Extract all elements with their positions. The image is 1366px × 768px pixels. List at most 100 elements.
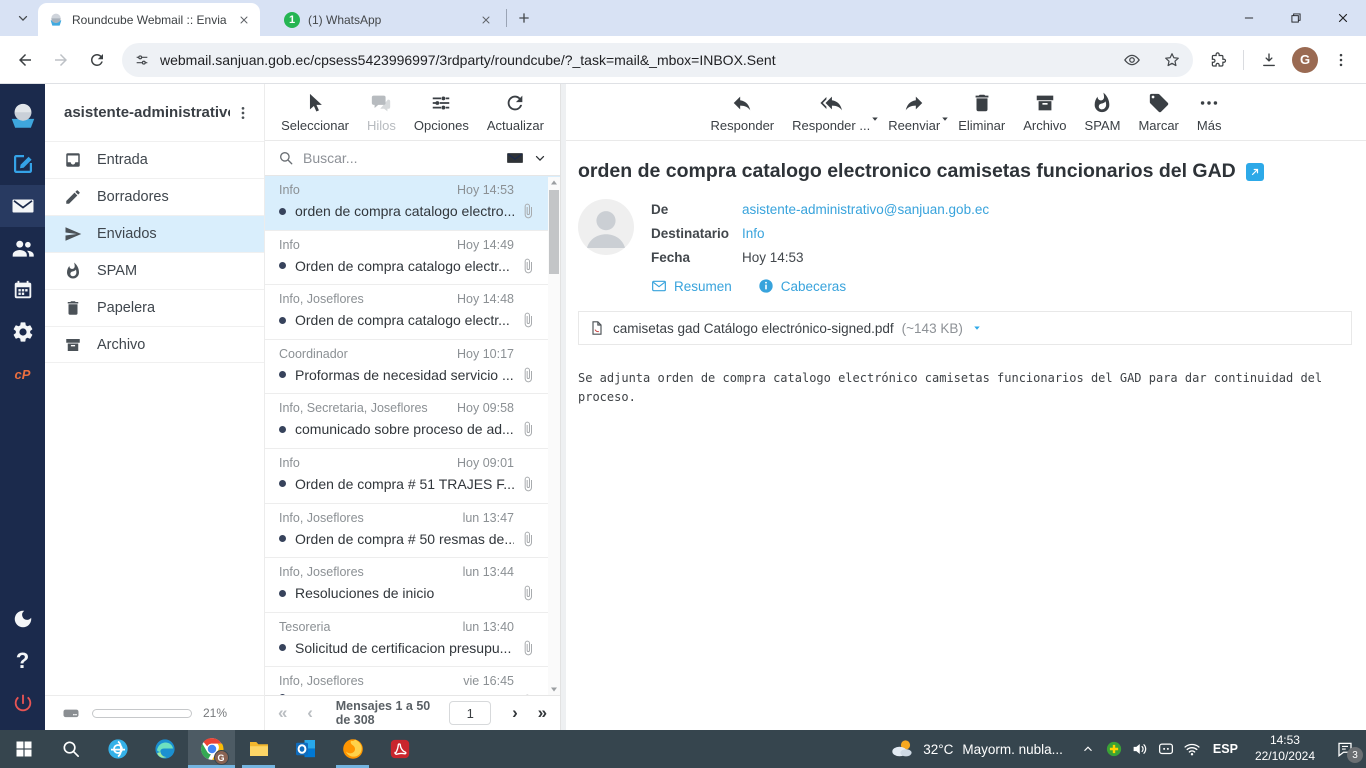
last-page-button[interactable]: » (535, 703, 550, 723)
options-button[interactable]: Opciones (407, 92, 476, 133)
folder-item-enviados[interactable]: Enviados (45, 215, 264, 252)
message-row[interactable]: Info, Joseflores lun 13:47 Orden de compra… (265, 504, 560, 559)
message-row[interactable]: Info Hoy 14:53 orden de compra catalogo el… (265, 176, 560, 231)
reply-button[interactable]: Responder (704, 92, 782, 133)
tab-close-icon[interactable] (235, 11, 252, 28)
first-page-button[interactable]: « (275, 703, 290, 723)
taskbar-search-button[interactable] (47, 730, 94, 768)
message-row[interactable]: Tesoreria lun 13:40 Solicitud de certifica… (265, 613, 560, 668)
taskbar-ie-button[interactable] (94, 730, 141, 768)
message-row[interactable]: Info Hoy 14:49 Orden de compra catalogo el… (265, 231, 560, 286)
list-scrollbar[interactable] (548, 177, 560, 695)
message-row[interactable]: Info, Joseflores Hoy 14:48 Orden de compra… (265, 285, 560, 340)
clock-widget[interactable]: 14:53 22/10/2024 (1246, 733, 1324, 764)
tab-search-button[interactable] (10, 5, 36, 31)
message-row[interactable]: Info, Joseflores lun 13:44 Resoluciones de… (265, 558, 560, 613)
tab-whatsapp[interactable]: 1 (1) WhatsApp (274, 3, 502, 36)
folder-item-spam[interactable]: SPAM (45, 252, 264, 289)
folder-item-archivo[interactable]: Archivo (45, 326, 264, 363)
message-row[interactable]: Coordinador Hoy 10:17 Proformas de necesid… (265, 340, 560, 395)
forward-button[interactable] (44, 43, 78, 77)
cpanel-button[interactable]: cP (0, 353, 45, 395)
minimize-button[interactable] (1225, 0, 1272, 36)
extensions-button[interactable] (1201, 43, 1235, 77)
start-button[interactable] (0, 730, 47, 768)
spam-button[interactable]: SPAM (1078, 92, 1128, 133)
search-bar[interactable]: Buscar... (265, 141, 560, 176)
page-number-input[interactable] (449, 701, 492, 725)
summary-link[interactable]: Resumen (651, 278, 732, 294)
next-page-button[interactable]: › (507, 703, 522, 723)
settings-nav-button[interactable] (0, 311, 45, 353)
archive-button[interactable]: Archivo (1016, 92, 1073, 133)
site-settings-icon[interactable] (134, 52, 150, 68)
scroll-down-icon[interactable] (548, 683, 560, 695)
taskbar-chrome-button[interactable]: G (188, 730, 235, 768)
message-row[interactable]: Info Hoy 09:01 Orden de compra # 51 TRAJES… (265, 449, 560, 504)
logout-button[interactable] (0, 682, 45, 724)
header-value[interactable]: asistente-administrativo@sanjuan.gob.ec (742, 202, 989, 217)
prev-page-button[interactable]: ‹ (302, 703, 317, 723)
taskbar-outlook-button[interactable] (282, 730, 329, 768)
more-button[interactable]: Más (1190, 92, 1229, 133)
taskbar-firefox-button[interactable] (329, 730, 376, 768)
notification-center-button[interactable]: 3 (1324, 730, 1366, 768)
compose-button[interactable] (0, 143, 45, 185)
headers-link[interactable]: Cabeceras (758, 278, 846, 294)
restore-button[interactable] (1272, 0, 1319, 36)
address-bar[interactable]: webmail.sanjuan.gob.ec/cpsess5423996997/… (122, 42, 1193, 77)
search-scope-icon[interactable] (506, 149, 524, 167)
darkmode-button[interactable] (0, 598, 45, 640)
browser-menu-button[interactable] (1324, 43, 1358, 77)
folder-item-borradores[interactable]: Borradores (45, 178, 264, 215)
refresh-button[interactable]: Actualizar (480, 92, 551, 133)
weather-widget[interactable]: 32°C Mayorm. nubla... (878, 730, 1075, 768)
tray-expand-button[interactable] (1075, 730, 1101, 768)
taskbar-explorer-button[interactable] (235, 730, 282, 768)
open-external-button[interactable] (1245, 162, 1264, 181)
mark-button[interactable]: Marcar (1131, 92, 1185, 133)
threads-button[interactable]: Hilos (360, 92, 403, 133)
chevron-down-icon[interactable] (533, 151, 547, 165)
downloads-button[interactable] (1252, 43, 1286, 77)
reading-mode-button[interactable] (1117, 45, 1147, 75)
delete-button[interactable]: Eliminar (951, 92, 1012, 133)
tray-network-button[interactable] (1179, 730, 1205, 768)
refresh-icon (504, 92, 526, 114)
contacts-nav-button[interactable] (0, 227, 45, 269)
mail-nav-button[interactable] (0, 185, 45, 227)
new-tab-button[interactable] (511, 5, 537, 31)
tab-roundcube[interactable]: Roundcube Webmail :: Enviados (38, 3, 260, 36)
select-button[interactable]: Seleccionar (274, 92, 356, 133)
header-value[interactable]: Info (742, 226, 765, 241)
tray-meetnow-button[interactable] (1153, 730, 1179, 768)
help-button[interactable]: ? (0, 640, 45, 682)
dropdown-caret-icon[interactable] (869, 113, 881, 128)
folder-item-entrada[interactable]: Entrada (45, 141, 264, 178)
forward-button[interactable]: Reenviar (881, 92, 948, 133)
message-row[interactable]: Info, Secretaria, Joseflores Hoy 09:58 com… (265, 394, 560, 449)
scroll-up-icon[interactable] (548, 177, 560, 189)
bookmark-button[interactable] (1157, 45, 1187, 75)
message-row[interactable]: Info, Joseflores vie 16:45 (265, 667, 560, 695)
taskbar-acrobat-button[interactable] (376, 730, 423, 768)
tab-close-icon[interactable] (477, 11, 494, 28)
scrollbar-thumb[interactable] (549, 190, 559, 274)
taskbar-edge-button[interactable] (141, 730, 188, 768)
dropdown-caret-icon[interactable] (939, 113, 951, 128)
attachment-menu-icon[interactable] (971, 322, 983, 334)
profile-button[interactable]: G (1292, 46, 1318, 73)
close-button[interactable] (1319, 0, 1366, 36)
folders-menu-button[interactable] (230, 100, 256, 126)
attachment-item[interactable]: camisetas gad Catálogo electrónico-signe… (578, 311, 1352, 345)
calendar-nav-button[interactable] (0, 269, 45, 311)
roundcube-logo[interactable] (0, 93, 45, 139)
search-input[interactable]: Buscar... (303, 150, 497, 166)
tray-antivirus-icon[interactable] (1101, 730, 1127, 768)
folder-item-papelera[interactable]: Papelera (45, 289, 264, 326)
reload-button[interactable] (80, 43, 114, 77)
reply-all-button[interactable]: Responder ... (785, 92, 878, 133)
tray-volume-button[interactable] (1127, 730, 1153, 768)
back-button[interactable] (8, 43, 42, 77)
language-indicator[interactable]: ESP (1205, 742, 1246, 756)
